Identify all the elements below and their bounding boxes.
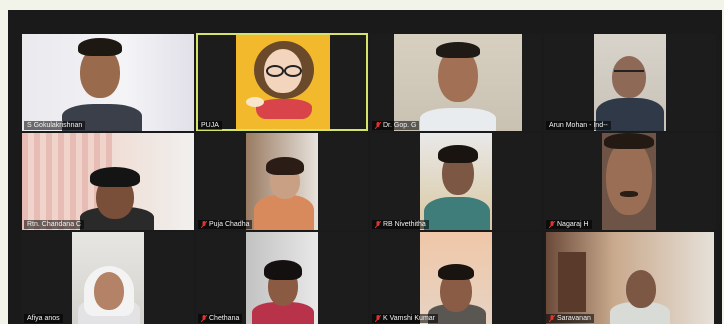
participant-name: Dr. Gop. G bbox=[383, 122, 417, 129]
participant-video bbox=[394, 34, 522, 131]
muted-mic-icon bbox=[201, 221, 207, 228]
participant-tile[interactable]: Dr. Gop. G bbox=[370, 34, 542, 131]
participant-name: PUJA bbox=[201, 122, 219, 129]
participant-tile[interactable]: Puja Chadha bbox=[196, 133, 368, 230]
participant-name-tag: Nagaraj H bbox=[546, 220, 592, 229]
participant-tile[interactable]: Saravanan bbox=[544, 232, 716, 324]
participant-name: RB Nivethitha bbox=[383, 221, 426, 228]
participant-video bbox=[602, 133, 656, 230]
participant-name: S Gokulakrishnan bbox=[27, 122, 83, 129]
participant-name: Chethana bbox=[209, 315, 240, 322]
participant-name-tag: Arun Mohan - Ind-- bbox=[546, 121, 611, 130]
participant-name-tag: Afiya anos bbox=[24, 314, 63, 323]
participant-tile[interactable]: RB Nivethitha bbox=[370, 133, 542, 230]
participant-name: Arun Mohan - Ind-- bbox=[549, 122, 608, 129]
muted-mic-icon bbox=[375, 221, 381, 228]
participant-name-tag: Puja Chadha bbox=[198, 220, 253, 229]
participant-video bbox=[420, 133, 492, 230]
muted-mic-icon bbox=[375, 122, 381, 129]
participant-tile[interactable]: S Gokulakrishnan bbox=[22, 34, 194, 131]
participant-video bbox=[246, 232, 318, 324]
participant-video bbox=[22, 34, 194, 131]
participant-tile[interactable]: Arun Mohan - Ind-- bbox=[544, 34, 716, 131]
participant-video bbox=[246, 133, 318, 230]
participant-name: Saravanan bbox=[557, 315, 591, 322]
participant-tile[interactable]: Rtn. Chandana C bbox=[22, 133, 194, 230]
participant-tile[interactable]: K Vamshi Kumar bbox=[370, 232, 542, 324]
participant-video bbox=[22, 133, 194, 230]
video-meeting-gallery: S Gokulakrishnan PUJA Dr. Gop. G Arun Mo… bbox=[8, 10, 722, 324]
participant-name: Puja Chadha bbox=[209, 221, 250, 228]
muted-mic-icon bbox=[201, 315, 207, 322]
participant-video bbox=[594, 34, 666, 131]
participant-name-tag: S Gokulakrishnan bbox=[24, 121, 86, 130]
participant-name-tag: Saravanan bbox=[546, 314, 594, 323]
participant-name: Afiya anos bbox=[27, 315, 60, 322]
muted-mic-icon bbox=[375, 315, 381, 322]
participant-video bbox=[420, 232, 492, 324]
participant-tile[interactable]: Afiya anos bbox=[22, 232, 194, 324]
participant-name-tag: K Vamshi Kumar bbox=[372, 314, 438, 323]
participant-name-tag: Dr. Gop. G bbox=[372, 121, 420, 130]
participant-tile[interactable]: Chethana bbox=[196, 232, 368, 324]
participant-tile[interactable]: Nagaraj H bbox=[544, 133, 716, 230]
participant-tile-active-speaker[interactable]: PUJA bbox=[196, 33, 368, 131]
participant-name: Rtn. Chandana C bbox=[27, 221, 82, 228]
participant-name-tag: RB Nivethitha bbox=[372, 220, 429, 229]
participant-name: Nagaraj H bbox=[557, 221, 589, 228]
participant-video bbox=[546, 232, 714, 324]
participant-avatar-illustration bbox=[236, 35, 330, 129]
participant-name-tag: PUJA bbox=[198, 121, 222, 130]
muted-mic-icon bbox=[549, 221, 555, 228]
participant-name: K Vamshi Kumar bbox=[383, 315, 435, 322]
muted-mic-icon bbox=[549, 315, 555, 322]
participant-video bbox=[72, 232, 144, 324]
participant-name-tag: Rtn. Chandana C bbox=[24, 220, 85, 229]
participant-name-tag: Chethana bbox=[198, 314, 243, 323]
